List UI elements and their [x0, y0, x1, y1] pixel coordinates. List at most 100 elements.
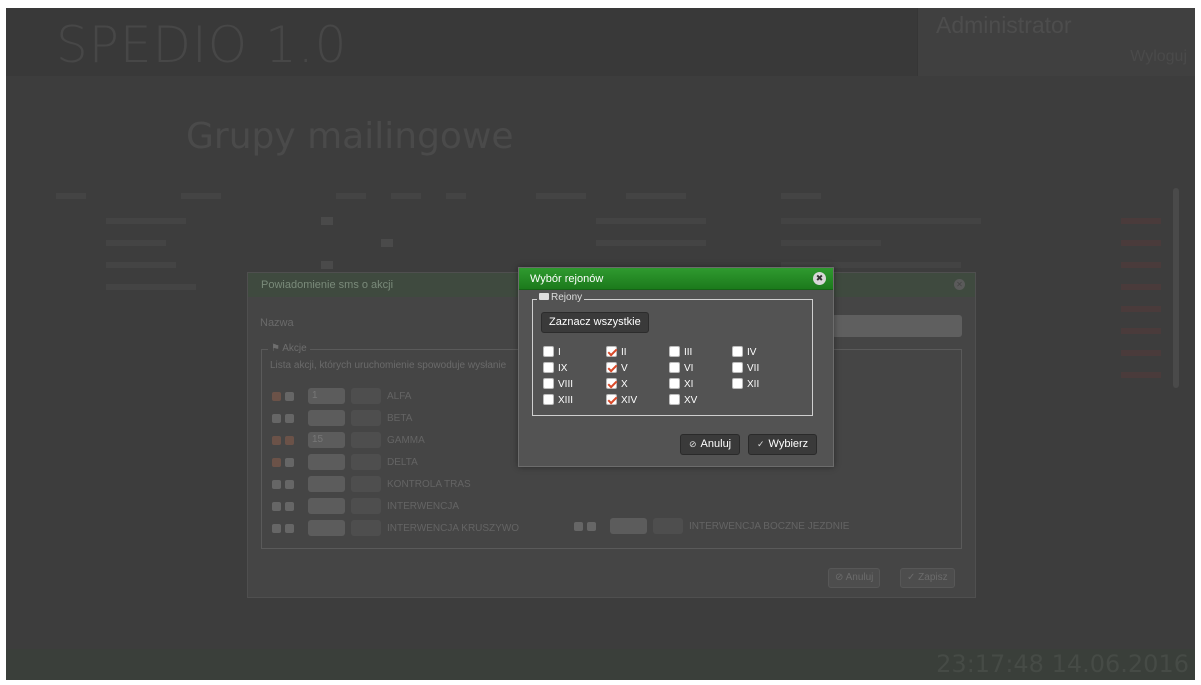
- region-option[interactable]: XII: [732, 376, 792, 392]
- region-option[interactable]: X: [606, 376, 666, 392]
- close-icon[interactable]: ✕: [954, 279, 965, 290]
- action-row: KONTROLA TRAS: [272, 476, 872, 494]
- regions-legend-label: Rejony: [551, 292, 583, 303]
- select-all-button[interactable]: Zaznacz wszystkie: [541, 312, 649, 333]
- region-checkbox[interactable]: [669, 378, 680, 389]
- name-input[interactable]: [832, 315, 962, 337]
- action-count-input[interactable]: 1: [308, 388, 345, 404]
- app-brand: SPEDIO 1.0: [56, 16, 348, 74]
- region-option[interactable]: XV: [669, 392, 729, 408]
- user-box: Administrator Wyloguj: [917, 8, 1195, 76]
- region-label: XI: [684, 379, 694, 390]
- region-label: IV: [747, 347, 757, 358]
- action-count-input[interactable]: [308, 476, 345, 492]
- region-checkbox[interactable]: [669, 346, 680, 357]
- sms-cancel-button[interactable]: ⊘ Anuluj: [828, 568, 881, 588]
- region-checkbox[interactable]: [606, 346, 617, 357]
- region-option[interactable]: VII: [732, 360, 792, 376]
- sms-dialog-title: Powiadomienie sms o akcji: [261, 279, 394, 291]
- region-checkbox[interactable]: [669, 362, 680, 373]
- action-checkbox[interactable]: [285, 458, 294, 467]
- action-count-input[interactable]: [308, 410, 345, 426]
- action-label: INTERWENCJA KRUSZYWO: [387, 523, 520, 534]
- action-checkbox[interactable]: [272, 458, 281, 467]
- region-option[interactable]: VIII: [543, 376, 603, 392]
- action-checkbox[interactable]: [272, 480, 281, 489]
- truck-button[interactable]: [351, 432, 381, 448]
- truck-button[interactable]: [351, 476, 381, 492]
- region-label: XIV: [621, 395, 638, 406]
- action-label: KONTROLA TRAS: [387, 479, 471, 490]
- action-label: GAMMA: [387, 435, 425, 446]
- sms-save-label: Zapisz: [918, 572, 948, 583]
- region-dialog-title: Wybór rejonów: [530, 273, 604, 285]
- region-label: IX: [558, 363, 568, 374]
- region-checkbox[interactable]: [669, 394, 680, 405]
- truck-button[interactable]: [653, 518, 683, 534]
- sms-save-button[interactable]: ✓ Zapisz: [900, 568, 955, 588]
- table-row: [46, 234, 1195, 254]
- action-checkbox[interactable]: [285, 524, 294, 533]
- action-label: DELTA: [387, 457, 418, 468]
- region-option[interactable]: XIII: [543, 392, 603, 408]
- clock: 23:17:48 14.06.2016: [936, 650, 1189, 678]
- truck-button[interactable]: [351, 498, 381, 514]
- region-option[interactable]: V: [606, 360, 666, 376]
- region-checkbox[interactable]: [543, 378, 554, 389]
- actions-legend: ⚑ Akcje: [268, 343, 310, 354]
- page-scrollbar[interactable]: [1173, 188, 1179, 388]
- action-count-input[interactable]: [308, 520, 345, 536]
- action-count-input[interactable]: [308, 498, 345, 514]
- region-checkbox[interactable]: [606, 362, 617, 373]
- region-label: X: [621, 379, 628, 390]
- truck-button[interactable]: [351, 410, 381, 426]
- region-label: VII: [747, 363, 760, 374]
- region-option[interactable]: VI: [669, 360, 729, 376]
- action-checkbox[interactable]: [272, 392, 281, 401]
- region-cancel-label: Anuluj: [700, 438, 732, 450]
- region-checkbox[interactable]: [543, 362, 554, 373]
- region-option[interactable]: III: [669, 344, 729, 360]
- action-checkbox[interactable]: [285, 392, 294, 401]
- region-label: III: [684, 347, 693, 358]
- region-confirm-button[interactable]: ✓ Wybierz: [748, 434, 818, 455]
- action-checkbox[interactable]: [285, 414, 294, 423]
- action-count-input[interactable]: 15: [308, 432, 345, 448]
- truck-button[interactable]: [351, 388, 381, 404]
- region-option[interactable]: IX: [543, 360, 603, 376]
- action-checkbox[interactable]: [587, 522, 596, 531]
- action-checkbox[interactable]: [272, 502, 281, 511]
- region-label: I: [558, 347, 561, 358]
- logout-link[interactable]: Wyloguj: [1130, 48, 1187, 66]
- table-row: [46, 190, 1195, 210]
- region-option[interactable]: XIV: [606, 392, 666, 408]
- truck-button[interactable]: [351, 520, 381, 536]
- action-checkbox[interactable]: [272, 414, 281, 423]
- region-checkbox[interactable]: [543, 394, 554, 405]
- region-checkbox[interactable]: [732, 378, 743, 389]
- region-option[interactable]: XI: [669, 376, 729, 392]
- region-label: II: [621, 347, 627, 358]
- region-checkbox[interactable]: [732, 362, 743, 373]
- action-count-input[interactable]: [308, 454, 345, 470]
- region-checkbox[interactable]: [606, 378, 617, 389]
- region-checkbox[interactable]: [606, 394, 617, 405]
- action-count-input[interactable]: [610, 518, 647, 534]
- action-checkbox[interactable]: [574, 522, 583, 531]
- region-checkbox[interactable]: [732, 346, 743, 357]
- region-option[interactable]: II: [606, 344, 666, 360]
- region-option[interactable]: I: [543, 344, 603, 360]
- action-checkbox[interactable]: [272, 524, 281, 533]
- actions-description: Lista akcji, których uruchomienie spowod…: [270, 360, 507, 371]
- action-checkbox[interactable]: [272, 436, 281, 445]
- user-name: Administrator: [936, 12, 1072, 38]
- region-cancel-button[interactable]: ⊘ Anuluj: [680, 434, 741, 455]
- action-checkbox[interactable]: [285, 480, 294, 489]
- region-checkbox[interactable]: [543, 346, 554, 357]
- region-option[interactable]: IV: [732, 344, 792, 360]
- truck-button[interactable]: [351, 454, 381, 470]
- action-checkbox[interactable]: [285, 436, 294, 445]
- close-icon[interactable]: ✖: [813, 272, 826, 285]
- sms-cancel-label: Anuluj: [845, 572, 874, 583]
- action-checkbox[interactable]: [285, 502, 294, 511]
